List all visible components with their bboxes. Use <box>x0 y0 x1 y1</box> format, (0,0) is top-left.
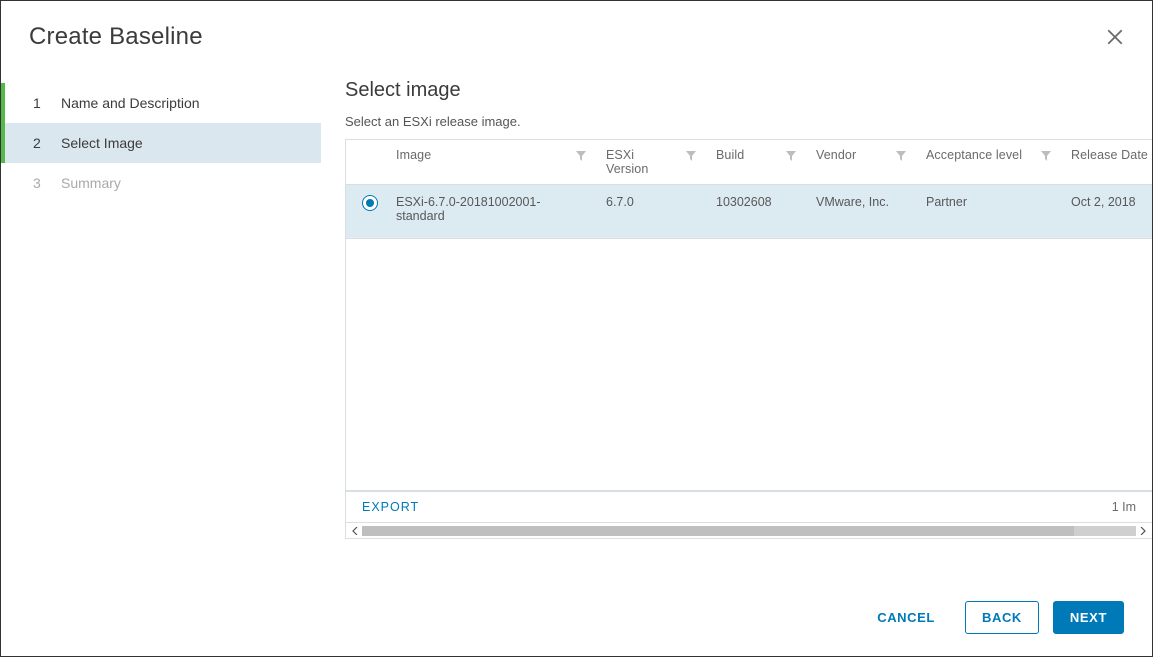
table-empty-area <box>345 239 1152 491</box>
cell-release-date: Oct 2, 2018 <box>1061 185 1152 238</box>
scroll-track[interactable] <box>362 526 1136 536</box>
row-count: 1 Im <box>1112 500 1136 514</box>
dialog-title: Create Baseline <box>29 23 203 51</box>
column-label: Release Date <box>1071 148 1148 162</box>
column-select <box>346 140 386 185</box>
column-label: Acceptance level <box>926 148 1022 162</box>
scroll-thumb[interactable] <box>362 526 1074 536</box>
cell-esxi-version: 6.7.0 <box>596 185 706 238</box>
column-image[interactable]: Image <box>386 140 596 185</box>
table-row[interactable]: ESXi-6.7.0-20181002001-standard 6.7.0 10… <box>346 185 1152 238</box>
create-baseline-dialog: Create Baseline 1 Name and Description 2… <box>0 0 1153 657</box>
step-label: Select Image <box>61 135 143 151</box>
column-build[interactable]: Build <box>706 140 806 185</box>
column-release-date[interactable]: Release Date <box>1061 140 1152 185</box>
next-button[interactable]: NEXT <box>1053 601 1124 634</box>
wizard-steps: 1 Name and Description 2 Select Image 3 … <box>1 61 321 581</box>
scroll-right-button[interactable] <box>1136 525 1150 537</box>
cell-image: ESXi-6.7.0-20181002001-standard <box>386 185 596 238</box>
close-icon <box>1106 28 1124 46</box>
row-select-cell[interactable] <box>346 185 386 238</box>
filter-icon[interactable] <box>686 151 696 161</box>
dialog-header: Create Baseline <box>1 1 1152 61</box>
column-vendor[interactable]: Vendor <box>806 140 916 185</box>
step-name-and-description[interactable]: 1 Name and Description <box>1 83 321 123</box>
cell-acceptance: Partner <box>916 185 1061 238</box>
step-number: 2 <box>33 135 47 151</box>
step-select-image[interactable]: 2 Select Image <box>1 123 321 163</box>
page-subtitle: Select an ESXi release image. <box>345 114 1152 129</box>
main-panel: Select image Select an ESXi release imag… <box>321 61 1152 581</box>
image-table: Image ESXi Version <box>345 139 1152 239</box>
column-label: Build <box>716 148 744 162</box>
close-button[interactable] <box>1106 28 1124 46</box>
step-summary: 3 Summary <box>1 163 321 203</box>
cancel-button[interactable]: CANCEL <box>861 601 951 634</box>
cell-vendor: VMware, Inc. <box>806 185 916 238</box>
filter-icon[interactable] <box>1041 151 1051 161</box>
cell-build: 10302608 <box>706 185 806 238</box>
filter-icon[interactable] <box>576 151 586 161</box>
table-footer: EXPORT 1 Im <box>345 491 1152 523</box>
dialog-body: 1 Name and Description 2 Select Image 3 … <box>1 61 1152 581</box>
scroll-left-button[interactable] <box>348 525 362 537</box>
filter-icon[interactable] <box>786 151 796 161</box>
table-header-row: Image ESXi Version <box>346 140 1152 185</box>
dialog-footer: CANCEL BACK NEXT <box>1 583 1152 656</box>
row-radio[interactable] <box>362 195 378 211</box>
horizontal-scrollbar[interactable] <box>345 523 1152 539</box>
step-number: 3 <box>33 175 47 191</box>
column-label: Image <box>396 148 431 162</box>
step-label: Name and Description <box>61 95 200 111</box>
export-link[interactable]: EXPORT <box>362 500 419 514</box>
column-label: ESXi Version <box>606 148 680 176</box>
column-acceptance-level[interactable]: Acceptance level <box>916 140 1061 185</box>
back-button[interactable]: BACK <box>965 601 1039 634</box>
page-title: Select image <box>345 79 1152 102</box>
column-esxi-version[interactable]: ESXi Version <box>596 140 706 185</box>
step-label: Summary <box>61 175 121 191</box>
column-label: Vendor <box>816 148 856 162</box>
filter-icon[interactable] <box>896 151 906 161</box>
step-number: 1 <box>33 95 47 111</box>
